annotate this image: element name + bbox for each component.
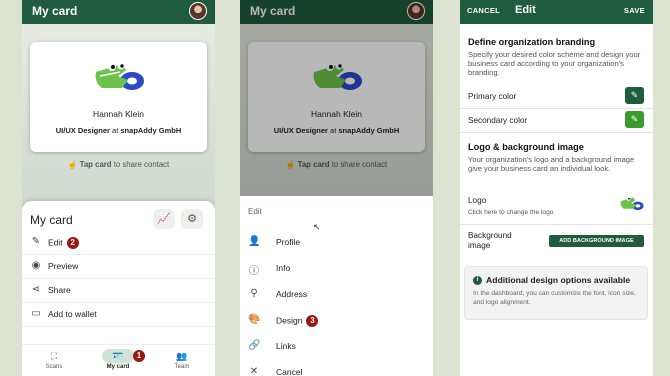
info-box-title: Additional design options available: [486, 275, 631, 285]
menu-item-label: Address: [276, 289, 308, 299]
chart-icon[interactable]: 📈: [153, 209, 175, 229]
card-job-line: UI/UX Designer at snapAddy GmbH: [30, 126, 207, 135]
card-name: Hannah Klein: [92, 109, 145, 119]
scan-icon: ⛶: [50, 351, 58, 361]
avatar[interactable]: [189, 2, 207, 20]
logo-heading: Logo & background image: [468, 142, 584, 152]
menu-item-address[interactable]: ⚲ Address: [240, 284, 433, 306]
edit-menu-sheet: Edit ↖ 👤 Profile ⓘ Info ⚲ Address 🎨 Desi…: [240, 196, 433, 376]
menu-item-cancel[interactable]: ✕ Cancel: [240, 362, 433, 376]
sheet-title: My card: [30, 213, 73, 227]
gear-icon[interactable]: ⚙: [181, 209, 203, 229]
tap-hint-bold: Tap card: [79, 160, 112, 169]
screen-my-card: My card Hannah Klein UI/UX Designer at s…: [22, 0, 215, 376]
nav-my-card[interactable]: 🪪 My card 1: [88, 345, 148, 370]
share-icon: ⋖: [31, 284, 41, 295]
close-icon: ✕: [249, 366, 259, 376]
info-box: i Additional design options available In …: [464, 266, 648, 320]
logo-label: Logo: [468, 196, 487, 205]
info-icon: ⓘ: [249, 266, 259, 277]
primary-color-label: Primary color: [468, 92, 517, 101]
location-pin-icon: ⚲: [250, 288, 258, 299]
secondary-color-picker[interactable]: ✎: [625, 111, 644, 128]
sheet-item-wallet[interactable]: ▭ Add to wallet: [22, 303, 215, 327]
divider: [460, 224, 653, 225]
sheet-item-label: Edit: [48, 237, 63, 248]
menu-item-label: Design: [276, 315, 303, 326]
add-background-image-button[interactable]: ADD BACKGROUND IMAGE: [549, 235, 644, 247]
scrim-overlay[interactable]: [240, 0, 433, 196]
branding-heading: Define organization branding: [468, 37, 596, 47]
sheet-item-label: Add to wallet: [48, 309, 97, 319]
link-icon: 🔗: [248, 340, 261, 351]
wallet-icon: ▭: [31, 308, 41, 319]
background-label-line1: Background: [468, 231, 512, 240]
menu-item-label: Cancel: [276, 367, 303, 376]
logo-text: Your organization's logo and a backgroun…: [468, 155, 635, 173]
card-area: Hannah Klein UI/UX Designer at snapAddy …: [22, 24, 215, 214]
eyedropper-icon: ✎: [630, 90, 639, 100]
sheet-item-label: Preview: [48, 261, 79, 271]
sheet-item-edit[interactable]: ✎ Edit 2: [22, 231, 215, 255]
pencil-icon: ✎: [31, 236, 41, 247]
menu-item-info[interactable]: ⓘ Info: [240, 258, 433, 280]
person-icon: 👤: [248, 236, 261, 247]
menu-item-label: Info: [276, 263, 291, 273]
eyedropper-icon: ✎: [630, 114, 639, 124]
menu-item-label: Profile: [276, 237, 301, 247]
nav-scans[interactable]: ⛶ Scans: [24, 345, 84, 370]
card-at: at: [112, 126, 119, 135]
crocodile-logo-icon: [95, 62, 144, 90]
business-card[interactable]: Hannah Klein UI/UX Designer at snapAddy …: [30, 42, 207, 152]
app-bar: My card: [22, 0, 215, 24]
eye-icon: ◉: [31, 260, 41, 271]
app-bar: CANCEL Edit SAVE: [460, 0, 653, 24]
crocodile-logo-icon[interactable]: [619, 193, 645, 215]
sheet-item-preview[interactable]: ◉ Preview: [22, 255, 215, 279]
menu-title: Edit: [248, 207, 262, 216]
app-bar-title: My card: [32, 4, 78, 18]
info-icon: i: [473, 276, 482, 286]
team-icon: 👥: [176, 351, 188, 361]
screen-edit-design: CANCEL Edit SAVE Define organization bra…: [460, 0, 653, 376]
id-card-icon: 🪪: [102, 349, 134, 363]
branding-text: Specify your desired color scheme and de…: [468, 50, 641, 77]
save-button[interactable]: SAVE: [624, 6, 645, 15]
nav-label: Team: [174, 364, 190, 370]
palette-icon: 🎨: [248, 314, 261, 325]
background-label-line2: image: [468, 241, 491, 250]
hand-tap-icon: ☝: [67, 160, 78, 169]
step-badge: 1: [133, 350, 145, 362]
card-company: snapAddy GmbH: [120, 126, 182, 135]
screen-edit-menu: My card Hannah Klein UI/UX Designer at s…: [240, 0, 433, 376]
info-box-text: In the dashboard, you can customize the …: [473, 290, 636, 306]
step-badge: 2: [66, 237, 79, 249]
menu-item-links[interactable]: 🔗 Links: [240, 336, 433, 358]
step-badge: 3: [306, 315, 319, 327]
tap-hint: ☝ Tap card to share contact: [22, 160, 215, 169]
card-role: UI/UX Designer: [55, 126, 110, 135]
tap-hint-rest: to share contact: [111, 160, 170, 169]
app-bar-title: Edit: [515, 4, 536, 16]
bottom-nav: ⛶ Scans 🪪 My card 1 👥 Team: [22, 344, 215, 376]
menu-item-design[interactable]: 🎨 Design 3: [240, 310, 433, 332]
menu-item-label: Links: [276, 341, 296, 351]
nav-label: My card: [106, 364, 130, 370]
divider: [460, 132, 653, 133]
nav-label: Scans: [45, 364, 63, 370]
menu-item-profile[interactable]: 👤 Profile: [240, 232, 433, 254]
cancel-button[interactable]: CANCEL: [467, 6, 500, 15]
secondary-color-label: Secondary color: [468, 116, 528, 125]
sheet-item-label: Share: [48, 285, 71, 295]
primary-color-picker[interactable]: ✎: [625, 87, 644, 104]
sheet-item-share[interactable]: ⋖ Share: [22, 279, 215, 303]
divider: [460, 108, 653, 109]
nav-team[interactable]: 👥 Team: [152, 345, 212, 370]
